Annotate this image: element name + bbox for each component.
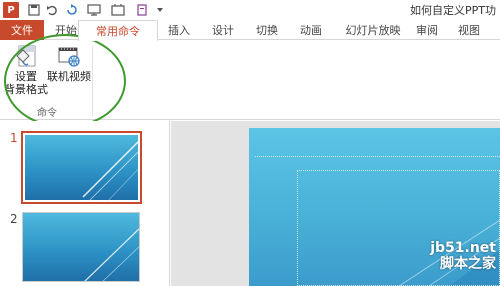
- tab-review[interactable]: 审阅: [412, 20, 442, 40]
- quick-access-toolbar: P 如何自定义PPT功: [0, 0, 500, 20]
- print-preview-icon[interactable]: [134, 2, 150, 18]
- tab-insert[interactable]: 插入: [164, 20, 194, 40]
- slide-thumbnail[interactable]: [22, 212, 140, 282]
- redo-icon[interactable]: [64, 2, 80, 18]
- ribbon-group-divider: [92, 46, 93, 116]
- slide-thumbnail[interactable]: [21, 131, 142, 204]
- slide-number: 1: [10, 131, 18, 145]
- tab-animations[interactable]: 动画: [294, 20, 328, 40]
- online-video-icon: [56, 44, 82, 70]
- ribbon-tabs: 文件 开始 常用命令 插入 设计 切换 动画 幻灯片放映 审阅 视图: [0, 20, 500, 41]
- ribbon-group-label: 命令: [37, 108, 57, 119]
- online-video-label: 联机视频: [47, 70, 91, 83]
- watermark: jb51.net 脚本之家: [430, 240, 496, 272]
- watermark-site: jb51.net: [430, 240, 496, 256]
- slide-thumbnail-background: [25, 135, 140, 202]
- slide-thumbnail-background: [23, 213, 139, 281]
- format-background-label-1: 设置: [15, 70, 37, 83]
- document-title: 如何自定义PPT功: [410, 4, 496, 17]
- tab-design[interactable]: 设计: [206, 20, 240, 40]
- tab-view[interactable]: 视图: [452, 20, 486, 40]
- powerpoint-app-icon[interactable]: P: [3, 2, 19, 18]
- placeholder-guide: [255, 156, 500, 157]
- watermark-name: 脚本之家: [440, 256, 496, 272]
- format-background-icon: [13, 44, 39, 70]
- tab-slideshow[interactable]: 幻灯片放映: [338, 20, 408, 40]
- undo-icon[interactable]: [44, 2, 60, 18]
- tab-file[interactable]: 文件: [0, 20, 44, 40]
- dropdown-icon[interactable]: [154, 2, 166, 18]
- touch-mode-icon[interactable]: [110, 2, 126, 18]
- format-background-button[interactable]: 设置 背景格式: [2, 44, 50, 100]
- online-video-button[interactable]: 联机视频: [47, 44, 91, 100]
- format-background-label-2: 背景格式: [4, 83, 48, 96]
- tab-common-commands[interactable]: 常用命令: [78, 20, 158, 41]
- slide-number: 2: [10, 212, 18, 226]
- tab-transitions[interactable]: 切换: [250, 20, 284, 40]
- present-icon[interactable]: [86, 2, 102, 18]
- save-icon[interactable]: [26, 2, 42, 18]
